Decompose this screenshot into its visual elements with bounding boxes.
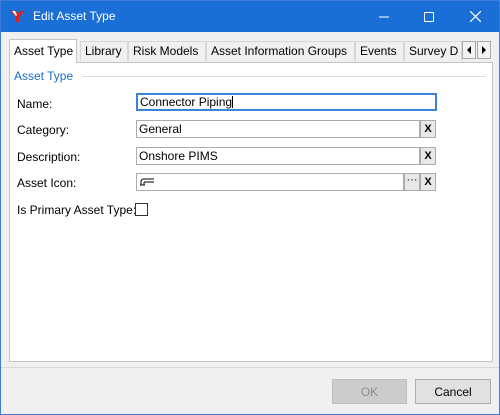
maximize-icon (424, 11, 434, 22)
category-label: Category: (17, 123, 70, 137)
text-caret (232, 96, 234, 108)
caret-right-icon (482, 46, 486, 54)
description-label: Description: (17, 150, 81, 164)
primary-asset-type-label: Is Primary Asset Type: (17, 203, 137, 217)
ok-button[interactable]: OK (332, 379, 407, 404)
pipe-icon (140, 178, 154, 186)
name-input[interactable]: Connector Piping (136, 93, 437, 111)
asset-icon-label: Asset Icon: (17, 176, 77, 190)
description-field[interactable]: Onshore PIMS (136, 147, 420, 165)
title-bar[interactable]: Edit Asset Type (1, 1, 499, 32)
minimize-button[interactable] (361, 1, 407, 32)
asset-icon-browse-button[interactable]: ··· (404, 173, 420, 191)
cancel-button[interactable]: Cancel (415, 379, 491, 404)
minimize-icon (379, 16, 389, 17)
tab-asset-information-groups[interactable]: Asset Information Groups (206, 41, 355, 61)
asset-icon-clear-button[interactable]: X (420, 173, 436, 191)
description-clear-button[interactable]: X (420, 147, 436, 165)
category-field[interactable]: General (136, 120, 420, 138)
name-label: Name: (17, 97, 53, 111)
category-clear-button[interactable]: X (420, 120, 436, 138)
name-value: Connector Piping (140, 95, 233, 109)
tab-events[interactable]: Events (355, 41, 404, 61)
edit-asset-type-dialog: Edit Asset Type Asset Type Library Risk … (0, 0, 500, 415)
tab-scroll-left-button[interactable] (462, 41, 476, 59)
footer-divider (1, 367, 499, 368)
asset-type-panel: Asset Type Name: Connector Piping Catego… (9, 62, 493, 362)
window-title: Edit Asset Type (33, 9, 116, 23)
tab-survey[interactable]: Survey D (404, 41, 462, 61)
tab-asset-type[interactable]: Asset Type (9, 39, 77, 63)
primary-asset-type-checkbox[interactable] (135, 203, 148, 216)
close-button[interactable] (452, 1, 498, 32)
maximize-button[interactable] (406, 1, 452, 32)
app-logo-icon (10, 11, 24, 22)
asset-icon-field[interactable] (136, 173, 404, 191)
group-divider (82, 76, 486, 77)
tab-risk-models[interactable]: Risk Models (128, 41, 206, 61)
close-icon (469, 11, 481, 22)
group-title: Asset Type (14, 69, 74, 83)
tab-strip: Asset Type Library Risk Models Asset Inf… (9, 39, 493, 63)
tab-scroll-right-button[interactable] (477, 41, 491, 59)
caret-left-icon (467, 46, 471, 54)
tab-library[interactable]: Library (80, 41, 128, 61)
